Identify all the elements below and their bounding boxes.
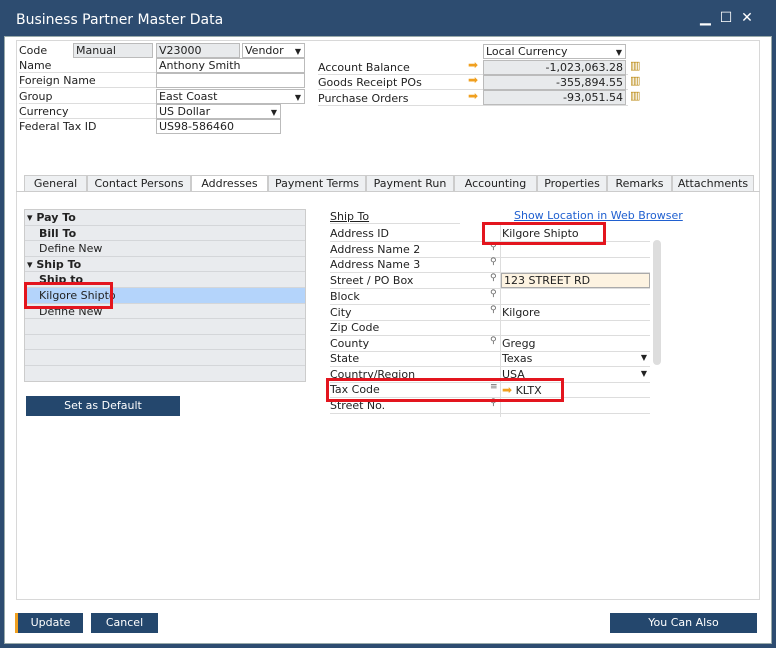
empty-row xyxy=(25,350,305,366)
list-group-pay-to[interactable]: ▾ Pay To xyxy=(25,210,305,226)
tab-properties[interactable]: Properties xyxy=(537,175,607,192)
window-title: Business Partner Master Data xyxy=(0,0,776,36)
show-location-link[interactable]: Show Location in Web Browser xyxy=(514,209,683,222)
row-county: County ⚲ Gregg xyxy=(330,336,650,352)
tax-id-label: Federal Tax ID xyxy=(19,120,97,133)
tab-general[interactable]: General xyxy=(24,175,87,192)
tab-payment-terms[interactable]: Payment Terms xyxy=(268,175,366,192)
you-can-also-button[interactable]: You Can Also xyxy=(610,613,757,633)
street-field[interactable]: 123 STREET RD xyxy=(501,273,650,288)
goods-receipt-value: -355,894.55 xyxy=(483,75,626,90)
row-street: Street / PO Box ⚲ 123 STREET RD xyxy=(330,273,650,289)
highlight-box xyxy=(24,282,113,309)
empty-row xyxy=(25,335,305,351)
group-select[interactable]: East Coast xyxy=(156,89,305,104)
scrollbar[interactable] xyxy=(653,240,661,365)
foreign-name-field[interactable] xyxy=(156,73,305,88)
translate-icon[interactable]: ⚲ xyxy=(490,289,497,299)
minimize-icon[interactable]: ▁ xyxy=(700,10,711,26)
set-as-default-button[interactable]: Set as Default xyxy=(26,396,180,416)
tab-accounting[interactable]: Accounting xyxy=(454,175,537,192)
update-button[interactable]: Update xyxy=(15,613,83,633)
tab-divider xyxy=(16,191,760,192)
tab-payment-run[interactable]: Payment Run xyxy=(366,175,454,192)
translate-icon[interactable]: ⚲ xyxy=(490,305,497,315)
row-address-name-3: Address Name 3 ⚲ xyxy=(330,257,650,273)
window-controls: ▁ ☐ ✕ xyxy=(700,10,753,26)
row-zip-code: Zip Code xyxy=(330,320,650,336)
row-city: City ⚲ Kilgore xyxy=(330,305,650,321)
bp-type-select[interactable]: Vendor xyxy=(242,43,305,58)
link-arrow-icon[interactable]: ➡ xyxy=(468,58,478,72)
collapse-icon[interactable]: ▾ xyxy=(27,258,36,271)
translate-icon[interactable]: ⚲ xyxy=(490,257,497,267)
chart-icon[interactable]: ▥ xyxy=(630,59,640,72)
tab-contact-persons[interactable]: Contact Persons xyxy=(87,175,191,192)
close-icon[interactable]: ✕ xyxy=(741,10,753,26)
empty-row xyxy=(25,319,305,335)
list-item[interactable]: Bill To xyxy=(25,226,305,242)
state-select[interactable]: Texas xyxy=(502,352,650,365)
section-title: Ship To xyxy=(330,210,460,224)
translate-icon[interactable]: ⚲ xyxy=(490,336,497,346)
code-label: Code xyxy=(19,44,48,57)
tax-id-field[interactable]: US98-586460 xyxy=(156,119,281,134)
code-series[interactable]: Manual xyxy=(73,43,153,58)
currency-view-select[interactable]: Local Currency xyxy=(483,44,626,59)
currency-select[interactable]: US Dollar xyxy=(156,104,281,119)
code-field[interactable]: V23000 xyxy=(156,43,240,58)
collapse-icon[interactable]: ▾ xyxy=(27,211,36,224)
link-arrow-icon[interactable]: ➡ xyxy=(468,89,478,103)
row-state: State Texas xyxy=(330,351,650,367)
tab-addresses[interactable]: Addresses xyxy=(191,175,268,192)
list-item[interactable]: Define New xyxy=(25,241,305,257)
purchase-orders-value: -93,051.54 xyxy=(483,90,626,105)
chart-icon[interactable]: ▥ xyxy=(630,74,640,87)
highlight-box xyxy=(326,378,564,402)
link-arrow-icon[interactable]: ➡ xyxy=(468,73,478,87)
row-block: Block ⚲ xyxy=(330,289,650,305)
chart-icon[interactable]: ▥ xyxy=(630,89,640,102)
account-balance-value: -1,023,063.28 xyxy=(483,60,626,75)
tab-remarks[interactable]: Remarks xyxy=(607,175,672,192)
name-field[interactable]: Anthony Smith xyxy=(156,58,305,73)
cancel-button[interactable]: Cancel xyxy=(91,613,158,633)
tab-attachments[interactable]: Attachments xyxy=(672,175,754,192)
highlight-box xyxy=(482,222,606,245)
translate-icon[interactable]: ⚲ xyxy=(490,273,497,283)
maximize-icon[interactable]: ☐ xyxy=(720,10,733,26)
list-group-ship-to[interactable]: ▾ Ship To xyxy=(25,257,305,273)
